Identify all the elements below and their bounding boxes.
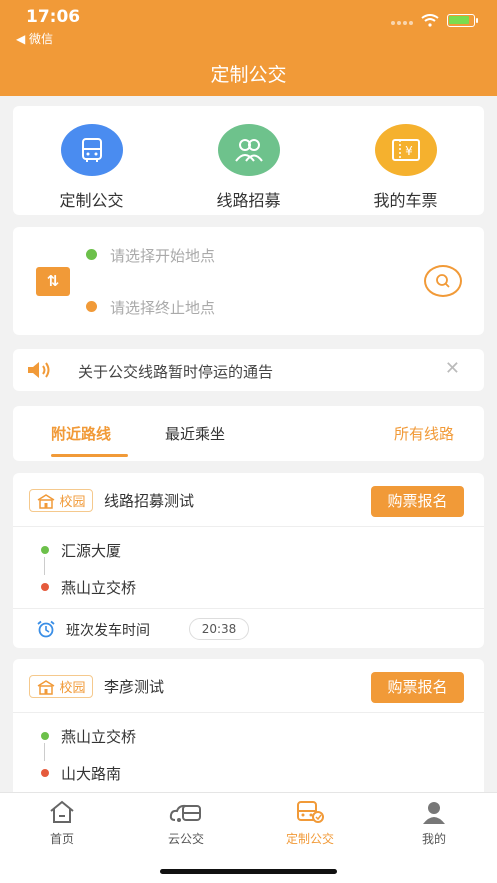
start-location-field[interactable]: 请选择开始地点 xyxy=(110,245,215,266)
campus-badge: 校园 xyxy=(29,489,93,512)
quick-action-custom-bus[interactable]: 定制公交 xyxy=(13,106,170,215)
app-header: 17:06 ◀ 微信 定制公交 xyxy=(0,0,497,96)
line-card-header: 校园 李彦测试 购票报名 xyxy=(13,659,484,713)
speaker-icon xyxy=(28,362,50,378)
start-stop: 汇源大厦 xyxy=(61,542,122,560)
quick-action-label: 我的车票 xyxy=(373,191,438,210)
signal-icon xyxy=(391,20,413,25)
alarm-clock-icon xyxy=(37,620,55,638)
end-stop-dot xyxy=(41,583,49,591)
cloud-bus-icon xyxy=(169,804,201,822)
people-icon xyxy=(217,124,280,176)
status-time: 17:06 xyxy=(26,7,81,27)
battery-icon xyxy=(447,14,478,27)
campus-badge: 校园 xyxy=(29,675,93,698)
tab-active-indicator xyxy=(51,454,128,457)
quick-actions-card: 定制公交 线路招募 ¥ 我的车票 xyxy=(13,106,484,215)
school-icon xyxy=(38,679,55,695)
line-card[interactable]: 校园 线路招募测试 购票报名 汇源大厦 燕山立交桥 班次发车时间 20:38 xyxy=(13,473,484,648)
notice-text: 关于公交线路暂时停运的通告 xyxy=(78,363,274,381)
line-title: 李彦测试 xyxy=(104,678,165,696)
route-tabs: 附近路线 最近乘坐 所有线路 xyxy=(13,406,484,461)
end-stop-dot xyxy=(41,769,49,777)
tabbar-item-custom-bus[interactable]: 定制公交 xyxy=(248,797,372,847)
quick-action-my-ticket[interactable]: ¥ 我的车票 xyxy=(327,106,484,215)
line-card-header: 校园 线路招募测试 购票报名 xyxy=(13,473,484,527)
end-location-field[interactable]: 请选择终止地点 xyxy=(110,297,215,318)
schedule-label: 班次发车时间 xyxy=(66,623,150,639)
start-stop-dot xyxy=(41,732,49,740)
end-point-dot xyxy=(86,301,97,312)
page-title: 定制公交 xyxy=(210,64,287,86)
wifi-icon xyxy=(421,14,439,27)
custom-bus-icon xyxy=(297,801,324,823)
school-icon xyxy=(38,493,55,509)
tabbar-item-home[interactable]: 首页 xyxy=(0,797,124,847)
tab-recent[interactable]: 最近乘坐 xyxy=(165,423,225,444)
close-icon[interactable]: ✕ xyxy=(445,358,460,379)
campus-badge-label: 校园 xyxy=(59,681,86,696)
end-stop: 燕山立交桥 xyxy=(61,579,137,597)
end-stop: 山大路南 xyxy=(61,765,122,783)
svg-text:¥: ¥ xyxy=(405,144,413,158)
departure-time: 20:38 xyxy=(189,618,249,640)
all-routes-link[interactable]: 所有线路 xyxy=(394,423,454,444)
line-card[interactable]: 校园 李彦测试 购票报名 燕山立交桥 山大路南 xyxy=(13,659,484,799)
bottom-tab-bar: 首页 云公交 定制公交 我的 xyxy=(0,792,497,883)
tabbar-label: 首页 xyxy=(49,832,74,846)
route-connector xyxy=(44,557,45,575)
route-connector xyxy=(44,743,45,761)
quick-action-line-recruit[interactable]: 线路招募 xyxy=(170,106,327,215)
tabbar-item-cloud-bus[interactable]: 云公交 xyxy=(124,797,248,847)
home-icon xyxy=(50,800,74,823)
back-to-wechat[interactable]: ◀ 微信 xyxy=(16,30,53,47)
tabbar-label: 定制公交 xyxy=(285,832,334,846)
quick-action-label: 定制公交 xyxy=(59,191,124,210)
schedule-row: 班次发车时间 20:38 xyxy=(13,608,484,649)
quick-action-label: 线路招募 xyxy=(216,191,281,210)
ticket-icon: ¥ xyxy=(374,124,437,176)
search-icon xyxy=(436,274,450,288)
start-stop: 燕山立交桥 xyxy=(61,728,137,746)
profile-icon xyxy=(423,802,445,824)
search-button[interactable] xyxy=(424,265,462,297)
notice-banner[interactable]: 关于公交线路暂时停运的通告 ✕ xyxy=(13,349,484,391)
campus-badge-label: 校园 xyxy=(59,495,86,510)
bus-icon xyxy=(60,124,123,176)
buy-ticket-button[interactable]: 购票报名 xyxy=(371,672,464,703)
status-indicators xyxy=(391,14,478,27)
home-indicator xyxy=(160,869,337,874)
tabbar-label: 我的 xyxy=(421,832,446,846)
tab-nearby[interactable]: 附近路线 xyxy=(51,423,111,444)
start-point-dot xyxy=(86,249,97,260)
start-stop-dot xyxy=(41,546,49,554)
route-search-card: ⇅ 请选择开始地点 请选择终止地点 xyxy=(13,227,484,335)
swap-locations-button[interactable]: ⇅ xyxy=(36,267,70,296)
tabbar-label: 云公交 xyxy=(167,832,204,846)
tabbar-item-profile[interactable]: 我的 xyxy=(372,797,496,847)
line-title: 线路招募测试 xyxy=(104,492,195,510)
buy-ticket-button[interactable]: 购票报名 xyxy=(371,486,464,517)
